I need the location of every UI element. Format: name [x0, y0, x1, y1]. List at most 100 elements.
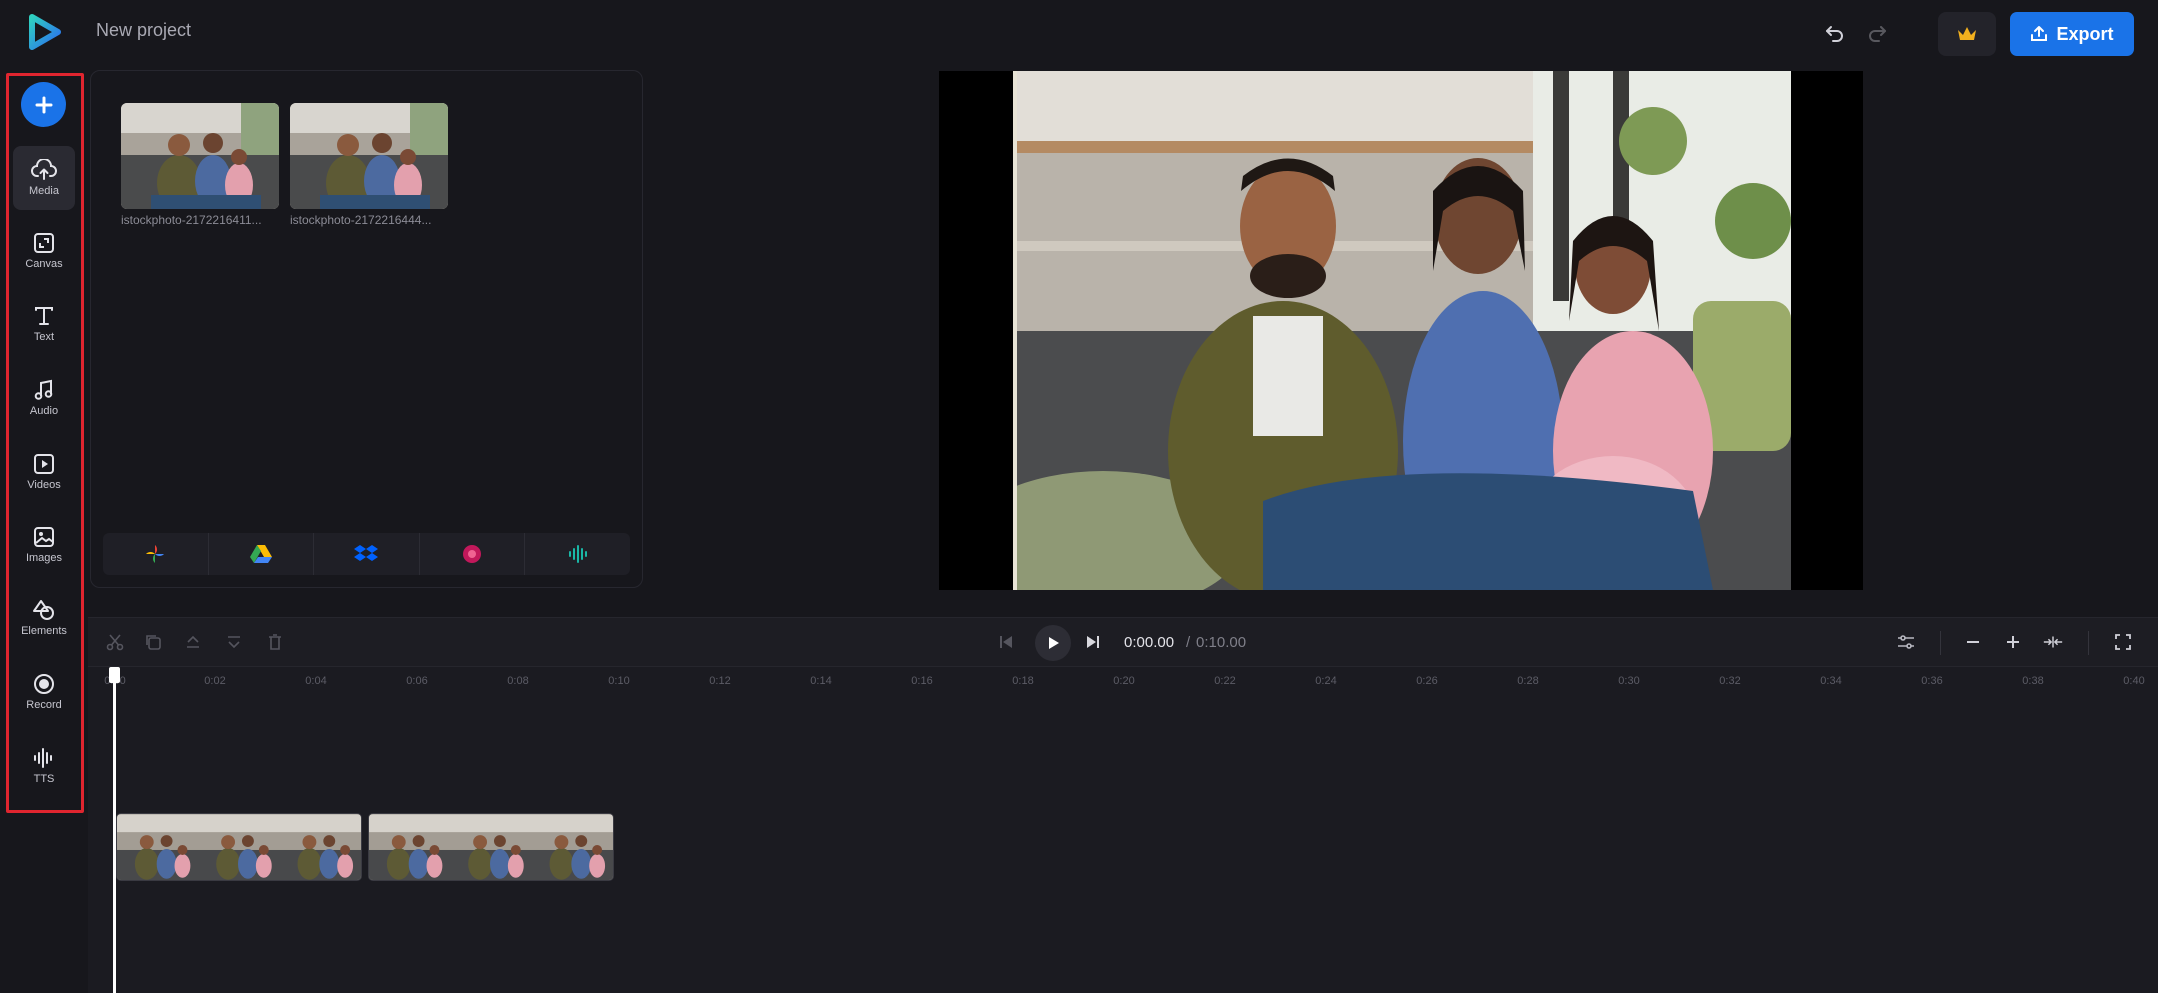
preview-image: [1013, 71, 1791, 590]
sliders-icon: [1898, 635, 1914, 649]
tick-label: 0:38: [2022, 675, 2044, 687]
family-photo-thumbnail: [121, 103, 279, 209]
sidebar-item-text[interactable]: Text: [13, 292, 75, 356]
media-thumbnail[interactable]: [121, 103, 279, 209]
tick-label: 0:30: [1618, 675, 1640, 687]
tick-label: 0:16: [911, 675, 933, 687]
video-track: [116, 813, 614, 881]
layer-down-icon: [228, 636, 240, 649]
music-note-icon: [34, 379, 53, 400]
dropbox-button[interactable]: [314, 533, 420, 575]
tick-label: 0:18: [1012, 675, 1034, 687]
split-button[interactable]: [104, 631, 126, 653]
undo-button[interactable]: [1820, 18, 1850, 48]
tick-label: 0:34: [1820, 675, 1842, 687]
tick-label: 0:20: [1113, 675, 1135, 687]
app-logo-icon[interactable]: [26, 14, 62, 50]
media-panel: istockphoto-2172216411... istockphoto-21…: [90, 70, 643, 588]
google-drive-icon: [249, 545, 272, 563]
scissors-icon: [106, 634, 124, 651]
current-time: 0:00.00: [1124, 634, 1175, 651]
sidebar-item-label: Audio: [29, 405, 59, 417]
tick-label: 0:36: [1921, 675, 1943, 687]
skip-back-button[interactable]: [995, 631, 1017, 653]
redo-button[interactable]: [1862, 18, 1892, 48]
tick-label: 0:14: [810, 675, 832, 687]
family-photo-preview: [1013, 71, 1791, 590]
video-preview[interactable]: [939, 71, 1863, 590]
fullscreen-icon: [2115, 634, 2131, 650]
move-up-button[interactable]: [182, 631, 204, 653]
tick-label: 0:24: [1315, 675, 1337, 687]
layer-up-icon: [187, 635, 199, 648]
sidebar-item-label: Elements: [21, 625, 67, 637]
trash-icon: [269, 634, 281, 650]
tick-label: 0:26: [1416, 675, 1438, 687]
fullscreen-button[interactable]: [2112, 631, 2134, 653]
dropbox-icon: [354, 545, 379, 561]
tick-label: 0:02: [204, 675, 226, 687]
tts-source-button[interactable]: [525, 533, 630, 575]
text-icon: [35, 307, 53, 325]
duplicate-button[interactable]: [142, 631, 164, 653]
project-title[interactable]: New project: [96, 20, 191, 41]
skip-forward-button[interactable]: [1082, 631, 1104, 653]
media-thumbnail[interactable]: [290, 103, 448, 209]
sidebar-item-videos[interactable]: Videos: [13, 440, 75, 504]
sidebar-item-record[interactable]: Record: [13, 660, 75, 724]
sidebar-item-label: Videos: [27, 479, 61, 491]
image-icon: [34, 527, 54, 547]
shapes-icon: [33, 600, 54, 620]
skip-back-icon: [1000, 636, 1012, 648]
crown-icon: [1958, 27, 1976, 40]
premium-button[interactable]: [1938, 12, 1996, 56]
timeline-settings-button[interactable]: [1895, 631, 1917, 653]
toolbar-divider: [1940, 631, 1941, 655]
playhead-handle[interactable]: [109, 667, 120, 683]
video-clip[interactable]: [116, 813, 362, 881]
time-separator: /: [1186, 634, 1191, 651]
plus-icon: [2007, 636, 2019, 648]
total-time: 0:10.00: [1196, 634, 1247, 651]
sidebar-item-canvas[interactable]: Canvas: [13, 219, 75, 283]
zoom-in-button[interactable]: [2002, 631, 2024, 653]
tts-source-icon: [568, 545, 587, 563]
sidebar-item-label: Record: [26, 699, 62, 711]
timeline-ruler[interactable]: 0:00 0:02 0:04 0:06 0:08 0:10 0:12 0:14 …: [88, 667, 2158, 707]
duplicate-icon: [146, 635, 161, 650]
undo-icon: [1826, 26, 1843, 42]
play-button[interactable]: [1035, 625, 1071, 661]
sidebar-item-tts[interactable]: TTS: [13, 734, 75, 798]
sidebar-item-elements[interactable]: Elements: [13, 586, 75, 650]
plus-icon: [35, 96, 52, 113]
tick-label: 0:04: [305, 675, 327, 687]
google-drive-button[interactable]: [209, 533, 315, 575]
play-icon: [1049, 637, 1059, 649]
sidebar-item-audio[interactable]: Audio: [13, 366, 75, 430]
tick-label: 0:10: [608, 675, 630, 687]
timeline: 0:00.00 / 0:10.00 0:02 0:04 0:06 0:08 0:…: [88, 617, 2158, 993]
family-photo-thumbnail: [290, 103, 448, 209]
sidebar-item-label: Text: [33, 331, 55, 343]
delete-button[interactable]: [264, 631, 286, 653]
google-photos-button[interactable]: [103, 533, 209, 575]
zoom-out-button[interactable]: [1962, 631, 1984, 653]
sidebar-item-media[interactable]: Media: [13, 146, 75, 210]
move-down-button[interactable]: [223, 631, 245, 653]
sidebar-item-images[interactable]: Images: [13, 513, 75, 577]
google-photos-icon: [146, 545, 165, 563]
sidebar-item-label: TTS: [33, 773, 55, 785]
export-button[interactable]: Export: [2010, 12, 2134, 56]
clip-filmstrip: [369, 814, 613, 880]
skip-forward-icon: [1087, 636, 1099, 648]
import-sources-bar: [103, 533, 630, 575]
sidebar-item-label: Canvas: [25, 258, 63, 270]
canvas-resize-icon: [34, 233, 54, 253]
video-clip[interactable]: [368, 813, 614, 881]
fit-timeline-button[interactable]: [2042, 631, 2064, 653]
add-media-button[interactable]: [21, 82, 66, 127]
playhead[interactable]: [113, 667, 116, 993]
media-file-name: istockphoto-2172216444...: [290, 213, 432, 227]
redo-icon: [1869, 26, 1886, 42]
record-source-button[interactable]: [420, 533, 526, 575]
